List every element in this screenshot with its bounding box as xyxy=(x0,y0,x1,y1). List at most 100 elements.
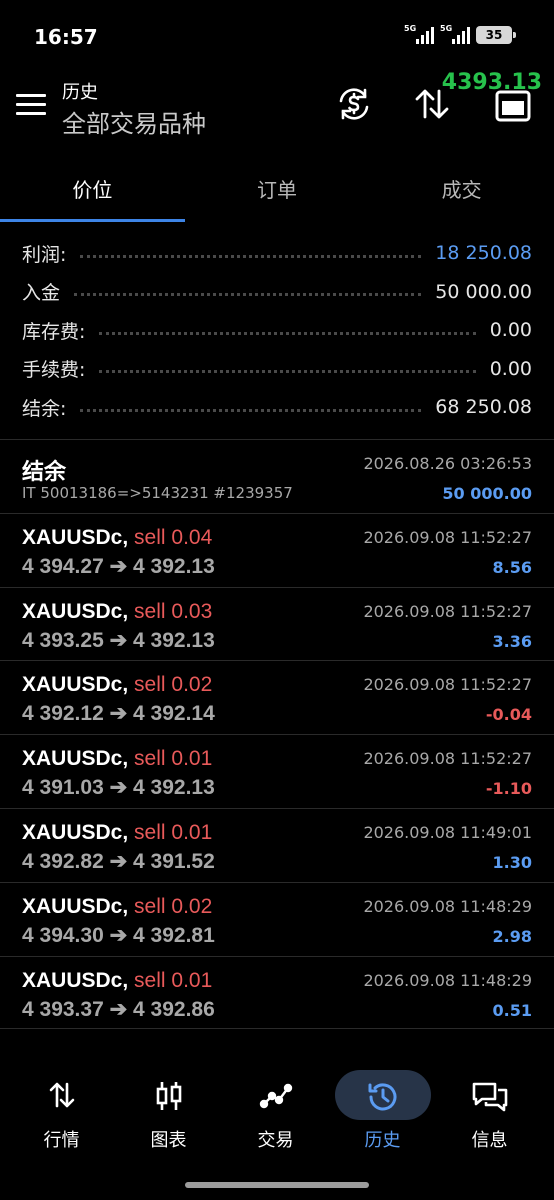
dotted-leader xyxy=(99,331,476,335)
tab-orders[interactable]: 订单 xyxy=(185,150,370,222)
tab-positions[interactable]: 价位 xyxy=(0,150,185,222)
nav-label: 历史 xyxy=(364,1130,401,1151)
row-open-price: 4 392.82 xyxy=(22,849,104,873)
tab-deals[interactable]: 成交 xyxy=(369,150,554,222)
battery-level: 35 xyxy=(485,28,503,42)
status-bar: 16:57 5G 5G 35 xyxy=(0,0,554,70)
dotted-leader xyxy=(99,370,476,374)
row-open-price: 4 394.27 xyxy=(22,554,104,578)
arrow-right-icon: ➔ xyxy=(109,628,128,652)
symbol-filter[interactable]: 全部交易品种 xyxy=(62,104,206,139)
summary-label: 手续费: xyxy=(22,359,86,382)
row-datetime: 2026.09.08 11:52:27 xyxy=(363,749,532,769)
arrow-right-icon: ➔ xyxy=(109,923,128,947)
signal-icon: 5G xyxy=(404,24,434,44)
list-item[interactable]: XAUUSDc, sell 0.03 4 393.25 ➔ 4 392.13 2… xyxy=(0,586,554,661)
summary-panel: 利润: 18 250.08 入金 50 000.00 库存费: 0.00 手续费… xyxy=(0,234,554,427)
arrow-right-icon: ➔ xyxy=(109,997,128,1021)
row-profit: 8.56 xyxy=(492,557,532,577)
signal-icon: 5G xyxy=(440,24,470,44)
row-open-price: 4 393.37 xyxy=(22,997,104,1021)
arrow-right-icon: ➔ xyxy=(109,849,128,873)
arrow-right-icon: ➔ xyxy=(109,554,128,578)
row-datetime: 2026.09.08 11:49:01 xyxy=(363,822,532,842)
bottom-nav: 行情 图表 交易 历史 信息 xyxy=(0,1066,554,1166)
row-amount: 50 000.00 xyxy=(442,484,532,503)
summary-label: 结余: xyxy=(22,397,67,420)
status-time: 16:57 xyxy=(34,25,98,49)
nav-item-quotes[interactable]: 行情 xyxy=(8,1066,115,1166)
row-datetime: 2026.09.08 11:52:27 xyxy=(363,527,532,547)
battery-icon: 35 xyxy=(476,26,516,44)
app-header: 历史 全部交易品种 4393.13 xyxy=(0,70,554,150)
balance-row[interactable]: 结余 IT 50013186=>5143231 #1239357 2026.08… xyxy=(0,439,554,513)
row-symbol: XAUUSDc, xyxy=(22,968,129,992)
summary-label: 入金 xyxy=(22,282,61,305)
summary-value: 0.00 xyxy=(489,319,532,342)
row-close-price: 4 392.81 xyxy=(133,923,215,947)
currency-exchange-icon[interactable] xyxy=(336,86,372,126)
row-side: sell 0.02 xyxy=(134,673,213,697)
row-profit: 3.36 xyxy=(492,631,532,651)
arrow-right-icon: ➔ xyxy=(109,702,128,726)
row-side: sell 0.03 xyxy=(134,599,213,623)
dotted-leader xyxy=(74,293,422,297)
sim2-label: 5G xyxy=(440,24,453,33)
row-profit: 0.51 xyxy=(492,1000,532,1020)
sim1-label: 5G xyxy=(404,24,417,33)
candlestick-icon xyxy=(154,1080,184,1116)
nav-label: 信息 xyxy=(471,1130,508,1151)
row-open-price: 4 394.30 xyxy=(22,923,104,947)
row-close-price: 4 391.52 xyxy=(133,849,215,873)
summary-row-balance: 结余: 68 250.08 xyxy=(0,388,554,427)
nav-label: 行情 xyxy=(43,1130,80,1151)
summary-value: 18 250.08 xyxy=(435,242,532,265)
nav-item-messages[interactable]: 信息 xyxy=(436,1066,543,1166)
row-symbol: XAUUSDc, xyxy=(22,599,129,623)
list-item[interactable]: XAUUSDc, sell 0.02 4 392.12 ➔ 4 392.14 2… xyxy=(0,660,554,734)
summary-value: 68 250.08 xyxy=(435,396,532,419)
summary-label: 利润: xyxy=(22,243,67,266)
history-list: 结余 IT 50013186=>5143231 #1239357 2026.08… xyxy=(0,439,554,1030)
nav-item-history[interactable]: 历史 xyxy=(329,1066,436,1166)
list-item[interactable]: XAUUSDc, sell 0.02 4 394.30 ➔ 4 392.81 2… xyxy=(0,881,554,956)
home-indicator[interactable] xyxy=(185,1182,369,1188)
row-open-price: 4 391.03 xyxy=(22,776,104,800)
history-tabs: 价位 订单 成交 xyxy=(0,150,554,222)
row-close-price: 4 392.86 xyxy=(133,997,215,1021)
trade-icon xyxy=(259,1080,293,1114)
row-profit: -0.04 xyxy=(485,705,532,725)
row-datetime: 2026.09.08 11:52:27 xyxy=(363,675,532,695)
row-symbol: XAUUSDc, xyxy=(22,894,129,918)
list-item[interactable]: XAUUSDc, sell 0.01 4 392.82 ➔ 4 391.52 2… xyxy=(0,807,554,882)
row-symbol: XAUUSDc, xyxy=(22,820,129,844)
dotted-leader xyxy=(80,254,422,258)
summary-row-deposit: 入金 50 000.00 xyxy=(0,273,554,312)
floating-price: 4393.13 xyxy=(441,70,542,95)
dotted-leader xyxy=(80,408,422,412)
row-datetime: 2026.09.08 11:48:29 xyxy=(363,896,532,916)
row-symbol: XAUUSDc, xyxy=(22,747,129,771)
arrow-right-icon: ➔ xyxy=(109,776,128,800)
row-symbol: XAUUSDc, xyxy=(22,525,129,549)
summary-value: 0.00 xyxy=(489,357,532,380)
menu-icon[interactable] xyxy=(16,94,46,116)
row-close-price: 4 392.13 xyxy=(133,628,215,652)
list-item[interactable]: XAUUSDc, sell 0.01 4 393.37 ➔ 4 392.86 2… xyxy=(0,955,554,1030)
row-side: sell 0.01 xyxy=(134,968,213,992)
row-open-price: 4 393.25 xyxy=(22,628,104,652)
row-datetime: 2026.09.08 11:48:29 xyxy=(363,970,532,990)
row-close-price: 4 392.13 xyxy=(133,554,215,578)
row-profit: 1.30 xyxy=(492,852,532,872)
list-item[interactable]: XAUUSDc, sell 0.04 4 394.27 ➔ 4 392.13 2… xyxy=(0,512,554,587)
row-side: sell 0.04 xyxy=(134,525,213,549)
nav-label: 图表 xyxy=(150,1130,187,1151)
nav-item-chart[interactable]: 图表 xyxy=(115,1066,222,1166)
list-item[interactable]: XAUUSDc, sell 0.01 4 391.03 ➔ 4 392.13 2… xyxy=(0,734,554,808)
summary-value: 50 000.00 xyxy=(435,280,532,303)
row-side: sell 0.01 xyxy=(134,820,213,844)
summary-label: 库存费: xyxy=(22,320,86,343)
row-close-price: 4 392.13 xyxy=(133,776,215,800)
nav-item-trade[interactable]: 交易 xyxy=(222,1066,329,1166)
summary-row-swap: 库存费: 0.00 xyxy=(0,311,554,350)
